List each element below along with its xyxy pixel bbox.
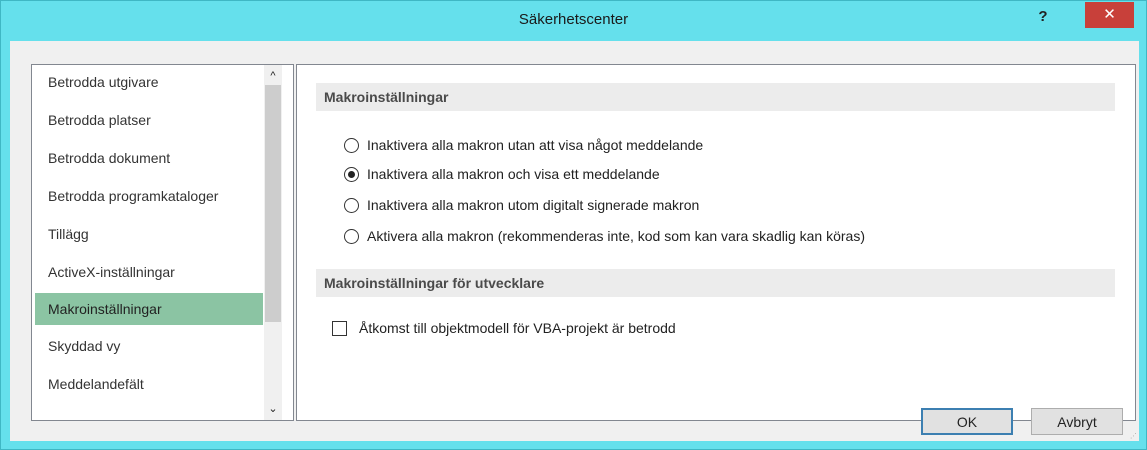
vba-trust-option[interactable]: Åtkomst till objektmodell för VBA-projek…: [332, 316, 676, 340]
macro-settings-header: Makroinställningar: [316, 83, 1115, 111]
dialog-title: Säkerhetscenter: [518, 11, 629, 28]
scroll-thumb[interactable]: [265, 85, 281, 322]
scroll-up-icon[interactable]: ^: [264, 67, 282, 85]
close-button[interactable]: ✕: [1085, 2, 1134, 28]
sidebar-item-trusted-app-catalogs[interactable]: Betrodda programkataloger: [35, 180, 263, 212]
sidebar-item-trusted-documents[interactable]: Betrodda dokument: [35, 142, 263, 174]
help-button[interactable]: ?: [1031, 7, 1055, 29]
developer-macro-settings-header: Makroinställningar för utvecklare: [316, 269, 1115, 297]
settings-panel: Makroinställningar Inaktivera alla makro…: [296, 64, 1136, 421]
sidebar-scrollbar[interactable]: ^ ⌄: [264, 65, 282, 420]
radio-dot-icon: [348, 170, 355, 178]
option-enable-all[interactable]: Aktivera alla makron (rekommenderas inte…: [344, 224, 865, 248]
sidebar-item-add-ins[interactable]: Tillägg: [35, 218, 263, 250]
radio-button-icon[interactable]: [344, 228, 359, 244]
trust-center-dialog: Säkerhetscenter ? ✕ Betrodda utgivare Be…: [0, 0, 1147, 450]
resize-grip-icon[interactable]: ⋰: [1130, 433, 1138, 441]
scroll-down-icon[interactable]: ⌄: [264, 400, 282, 418]
sidebar-item-activex-settings[interactable]: ActiveX-inställningar: [35, 256, 263, 288]
option-disable-no-notification[interactable]: Inaktivera alla makron utan att visa någ…: [344, 133, 703, 157]
sidebar-item-message-bar[interactable]: Meddelandefält: [35, 368, 263, 400]
category-list: Betrodda utgivare Betrodda platser Betro…: [31, 64, 294, 421]
option-disable-except-signed[interactable]: Inaktivera alla makron utom digitalt sig…: [344, 193, 699, 217]
option-label: Inaktivera alla makron och visa ett medd…: [367, 166, 660, 182]
option-label: Inaktivera alla makron utom digitalt sig…: [367, 197, 700, 213]
option-label: Inaktivera alla makron utan att visa någ…: [367, 137, 704, 153]
checkbox-icon[interactable]: [332, 320, 347, 336]
cancel-button[interactable]: Avbryt: [1031, 408, 1123, 435]
option-disable-with-notification[interactable]: Inaktivera alla makron och visa ett medd…: [344, 162, 660, 186]
dialog-body: Betrodda utgivare Betrodda platser Betro…: [10, 41, 1139, 441]
sidebar-item-trusted-locations[interactable]: Betrodda platser: [35, 104, 263, 136]
checkbox-label: Åtkomst till objektmodell för VBA-projek…: [359, 320, 676, 336]
radio-button-icon[interactable]: [344, 137, 359, 153]
sidebar-item-protected-view[interactable]: Skyddad vy: [35, 330, 263, 362]
radio-button-icon[interactable]: [344, 197, 359, 213]
option-label: Aktivera alla makron (rekommenderas inte…: [367, 228, 865, 244]
ok-button[interactable]: OK: [921, 408, 1013, 435]
sidebar-item-macro-settings[interactable]: Makroinställningar: [35, 293, 263, 325]
sidebar-item-trusted-publishers[interactable]: Betrodda utgivare: [35, 66, 263, 98]
title-bar[interactable]: Säkerhetscenter ? ✕: [1, 1, 1146, 39]
radio-button-selected-icon[interactable]: [344, 166, 359, 182]
